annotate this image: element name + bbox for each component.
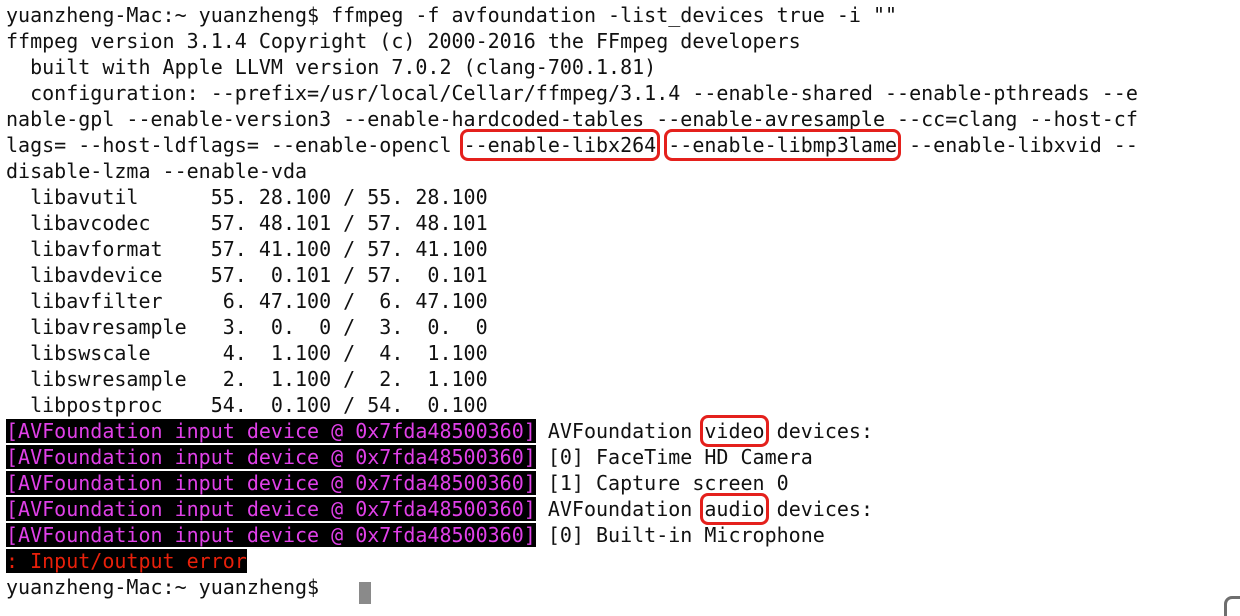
terminal-line: libswresample 2. 1.100 / 2. 1.100 xyxy=(6,366,488,392)
terminal-line: nable-gpl --enable-version3 --enable-har… xyxy=(6,106,1138,132)
output-text: libavfilter 6. 47.100 / 6. 47.100 xyxy=(6,289,488,313)
terminal-line: [AVFoundation input device @ 0x7fda48500… xyxy=(6,493,873,525)
terminal-line: libavutil 55. 28.100 / 55. 28.100 xyxy=(6,184,488,210)
output-text: ffmpeg version 3.1.4 Copyright (c) 2000-… xyxy=(6,29,801,53)
text-cursor xyxy=(359,582,371,604)
highlighted-text: video xyxy=(700,415,769,447)
highlighted-text: audio xyxy=(700,493,769,525)
output-text: lags= --host-ldflags= --enable-opencl xyxy=(6,133,464,157)
terminal-line: libavfilter 6. 47.100 / 6. 47.100 xyxy=(6,288,488,314)
terminal-line: built with Apple LLVM version 7.0.2 (cla… xyxy=(6,54,656,80)
terminal-line: libavcodec 57. 48.101 / 57. 48.101 xyxy=(6,210,488,236)
terminal-line: lags= --host-ldflags= --enable-opencl --… xyxy=(6,129,1138,161)
output-text: libavformat 57. 41.100 / 57. 41.100 xyxy=(6,237,488,261)
terminal-line: : Input/output error xyxy=(6,548,247,574)
highlighted-text: --enable-libmp3lame xyxy=(664,129,902,161)
output-text: AVFoundation xyxy=(535,419,705,443)
log-tag: [AVFoundation input device @ 0x7fda48500… xyxy=(6,471,536,495)
output-text: yuanzheng-Mac:~ yuanzheng$ ffmpeg -f avf… xyxy=(6,3,898,27)
log-tag: [AVFoundation input device @ 0x7fda48500… xyxy=(6,419,536,443)
terminal-line: yuanzheng-Mac:~ yuanzheng$ ffmpeg -f avf… xyxy=(6,2,897,28)
output-text: nable-gpl --enable-version3 --enable-har… xyxy=(6,107,1138,131)
output-text: devices: xyxy=(764,497,873,521)
output-text: configuration: --prefix=/usr/local/Cella… xyxy=(6,81,1138,105)
output-text: built with Apple LLVM version 7.0.2 (cla… xyxy=(6,55,657,79)
output-text: libavcodec 57. 48.101 / 57. 48.101 xyxy=(6,211,488,235)
output-text: libpostproc 54. 0.100 / 54. 0.100 xyxy=(6,393,488,417)
shell-prompt: yuanzheng-Mac:~ yuanzheng$ xyxy=(6,575,332,599)
terminal-line: ffmpeg version 3.1.4 Copyright (c) 2000-… xyxy=(6,28,801,54)
terminal-line: yuanzheng-Mac:~ yuanzheng$ xyxy=(6,574,331,600)
highlighted-text: --enable-libx264 xyxy=(459,129,661,161)
terminal-line: [AVFoundation input device @ 0x7fda48500… xyxy=(6,444,813,470)
error-message: : Input/output error xyxy=(6,549,247,573)
terminal-line: [AVFoundation input device @ 0x7fda48500… xyxy=(6,522,825,548)
output-text: devices: xyxy=(764,419,873,443)
output-text: [1] Capture screen 0 xyxy=(535,471,789,495)
log-tag: [AVFoundation input device @ 0x7fda48500… xyxy=(6,523,536,547)
terminal-line: libavformat 57. 41.100 / 57. 41.100 xyxy=(6,236,488,262)
output-text: --enable-libxvid -- xyxy=(897,133,1138,157)
output-text: [0] FaceTime HD Camera xyxy=(535,445,813,469)
terminal-line: libavdevice 57. 0.101 / 57. 0.101 xyxy=(6,262,488,288)
output-text: disable-lzma --enable-vda xyxy=(6,159,308,183)
log-tag: [AVFoundation input device @ 0x7fda48500… xyxy=(6,497,536,521)
terminal-line: libswscale 4. 1.100 / 4. 1.100 xyxy=(6,340,488,366)
terminal-line: libavresample 3. 0. 0 / 3. 0. 0 xyxy=(6,314,488,340)
terminal-window[interactable]: yuanzheng-Mac:~ yuanzheng$ ffmpeg -f avf… xyxy=(0,0,1240,616)
output-text: libavutil 55. 28.100 / 55. 28.100 xyxy=(6,185,488,209)
window-corner-icon xyxy=(1224,596,1240,616)
terminal-line: disable-lzma --enable-vda xyxy=(6,158,307,184)
log-tag: [AVFoundation input device @ 0x7fda48500… xyxy=(6,445,536,469)
output-text: AVFoundation xyxy=(535,497,705,521)
output-text: libavresample 3. 0. 0 / 3. 0. 0 xyxy=(6,315,488,339)
terminal-line: configuration: --prefix=/usr/local/Cella… xyxy=(6,80,1138,106)
output-text: libswscale 4. 1.100 / 4. 1.100 xyxy=(6,341,488,365)
terminal-line: [AVFoundation input device @ 0x7fda48500… xyxy=(6,470,789,496)
output-text: libavdevice 57. 0.101 / 57. 0.101 xyxy=(6,263,488,287)
terminal-line: [AVFoundation input device @ 0x7fda48500… xyxy=(6,415,873,447)
output-text: [0] Built-in Microphone xyxy=(535,523,825,547)
output-text: libswresample 2. 1.100 / 2. 1.100 xyxy=(6,367,488,391)
terminal-line: libpostproc 54. 0.100 / 54. 0.100 xyxy=(6,392,488,418)
